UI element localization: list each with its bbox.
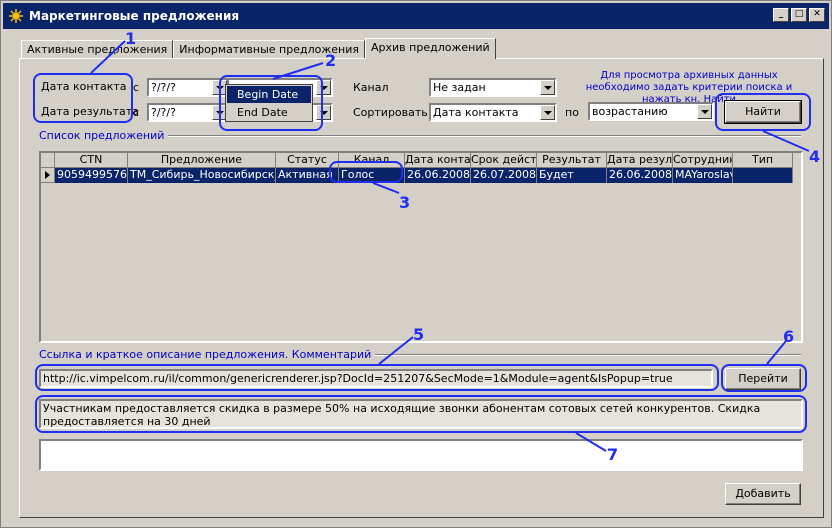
description-text[interactable]: Участникам предоставляется скидка в разм… — [39, 399, 803, 429]
channel-label: Канал — [353, 81, 389, 94]
column-header-result-date[interactable]: Дата резул — [607, 153, 673, 168]
contact-date-from-picker[interactable]: ?/?/? — [147, 78, 229, 97]
row-pointer-icon — [41, 168, 55, 183]
cell-type[interactable] — [733, 168, 793, 183]
cell-validity[interactable]: 26.07.2008 — [471, 168, 537, 183]
menu-item-begin-date[interactable]: Begin Date — [227, 86, 311, 103]
cell-result-date[interactable]: 26.06.2008 — [607, 168, 673, 183]
column-header-type[interactable]: Тип — [733, 153, 793, 168]
chevron-down-icon[interactable] — [697, 104, 712, 119]
annotation-number-7: 7 — [607, 445, 619, 464]
close-button[interactable]: ✕ — [809, 8, 825, 22]
add-button[interactable]: Добавить — [725, 483, 801, 505]
result-from-label: с — [133, 106, 140, 119]
maximize-button[interactable]: □ — [791, 8, 807, 22]
annotation-number-2: 2 — [325, 51, 337, 70]
url-field[interactable]: http://ic.vimpelcom.ru/il/common/generic… — [39, 369, 713, 388]
table-row[interactable]: 9059499576 ТМ_Сибирь_Новосибирск_4 Актив… — [41, 168, 793, 183]
chevron-down-icon[interactable] — [540, 80, 555, 95]
sort-field-value: Дата контакта — [433, 106, 519, 119]
table-header: CTN Предложение Статус Канал Дата конта … — [41, 153, 793, 168]
annotation-number-3: 3 — [399, 193, 411, 212]
channel-select[interactable]: Не задан — [429, 78, 557, 97]
sort-label: Сортировать — [353, 106, 428, 119]
chevron-down-icon[interactable] — [316, 80, 331, 95]
row-indicator-header — [41, 153, 55, 168]
cell-result[interactable]: Будет — [537, 168, 607, 183]
by-label: по — [565, 106, 579, 119]
column-header-offer[interactable]: Предложение — [128, 153, 276, 168]
annotation-number-4: 4 — [809, 147, 821, 166]
cell-status[interactable]: Активная — [276, 168, 339, 183]
link-section-title: Ссылка и краткое описание предложения. К… — [39, 348, 376, 361]
tab-archive-offers[interactable]: Архив предложений — [365, 38, 496, 59]
chevron-down-icon[interactable] — [316, 105, 331, 120]
cell-employee[interactable]: MAYaroslav — [673, 168, 733, 183]
annotation-number-6: 6 — [783, 327, 795, 346]
annotation-number-1: 1 — [125, 29, 137, 48]
menu-item-end-date[interactable]: End Date — [227, 104, 311, 121]
column-header-employee[interactable]: Сотрудник — [673, 153, 733, 168]
contact-date-label: Дата контакта — [41, 80, 127, 93]
offers-list-title: Список предложений — [39, 129, 169, 142]
contact-from-label: с — [133, 81, 140, 94]
cell-channel[interactable]: Голос — [339, 168, 405, 183]
offers-table[interactable]: CTN Предложение Статус Канал Дата конта … — [39, 151, 803, 343]
result-date-label: Дата результата — [41, 105, 139, 118]
window-title: Маркетинговые предложения — [29, 9, 240, 23]
app-window: Маркетинговые предложения _ □ ✕ Активные… — [0, 0, 832, 528]
tab-active-offers[interactable]: Активные предложения — [21, 40, 174, 59]
column-header-validity[interactable]: Срок дейст — [471, 153, 537, 168]
chevron-down-icon[interactable] — [540, 105, 555, 120]
tab-informative-offers[interactable]: Информативные предложения — [173, 40, 365, 59]
offers-list-divider — [151, 135, 801, 137]
link-section-divider — [337, 354, 801, 356]
title-bar[interactable]: Маркетинговые предложения _ □ ✕ — [3, 3, 829, 29]
column-header-result[interactable]: Результат — [537, 153, 607, 168]
annotation-number-5: 5 — [413, 325, 425, 344]
sort-order-value: возрастанию — [592, 105, 668, 118]
minimize-button[interactable]: _ — [773, 8, 789, 22]
result-date-from-picker[interactable]: ?/?/? — [147, 103, 229, 122]
column-header-ctn[interactable]: CTN — [55, 153, 128, 168]
column-header-contact-date[interactable]: Дата конта — [405, 153, 471, 168]
cell-ctn[interactable]: 9059499576 — [55, 168, 128, 183]
cell-offer[interactable]: ТМ_Сибирь_Новосибирск_4 — [128, 168, 276, 183]
date-menu: Begin Date End Date — [225, 84, 313, 122]
column-header-status[interactable]: Статус — [276, 153, 339, 168]
tab-bar: Активные предложения Информативные предл… — [21, 38, 496, 59]
app-icon — [7, 7, 25, 25]
sort-field-select[interactable]: Дата контакта — [429, 103, 557, 122]
comment-textarea[interactable] — [39, 439, 803, 471]
channel-value: Не задан — [433, 81, 486, 94]
column-header-channel[interactable]: Канал — [339, 153, 405, 168]
find-button[interactable]: Найти — [724, 100, 802, 124]
cell-contact-date[interactable]: 26.06.2008 — [405, 168, 471, 183]
go-button[interactable]: Перейти — [725, 368, 801, 390]
